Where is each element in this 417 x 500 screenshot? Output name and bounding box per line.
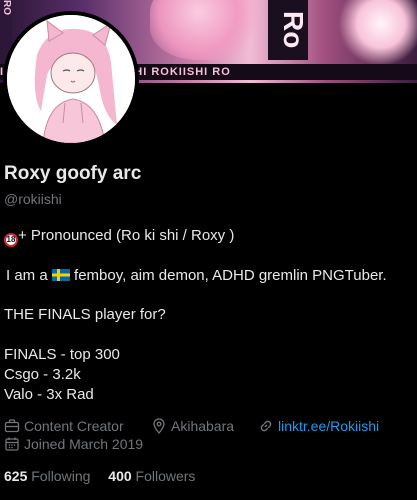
meta-joined: Joined March 2019 [4, 436, 143, 452]
age-18-badge-icon: 18 [4, 233, 18, 247]
following-label: Following [31, 468, 91, 484]
following-link[interactable]: 625 Following [4, 468, 90, 484]
location-pin-icon [153, 418, 165, 434]
meta-joined-text: Joined March 2019 [24, 436, 144, 452]
followers-link[interactable]: 400 Followers [108, 468, 195, 484]
briefcase-icon [4, 419, 20, 433]
display-name: Roxy goofy arc [4, 163, 142, 184]
followers-label: Followers [135, 468, 196, 484]
profile-meta-row: Content Creator Akihabara linktr.ee/Roki… [4, 418, 417, 438]
meta-location-text: Akihabara [171, 418, 235, 434]
followers-count: 400 [108, 468, 132, 484]
user-handle: @rokiishi [4, 191, 62, 207]
meta-link[interactable]: linktr.ee/Rokiishi [258, 418, 379, 434]
avatar[interactable] [3, 11, 139, 147]
avatar-image [7, 15, 135, 143]
bio-line-intro: I am a femboy, aim demon, ADHD gremlin P… [6, 267, 416, 284]
link-icon [260, 420, 272, 432]
bio-line-pronouns: 18 + Pronounced (Ro ki shi / Roxy ) [4, 227, 414, 247]
sweden-flag-icon [51, 269, 70, 281]
banner-character-art [150, 0, 270, 60]
profile-website-link[interactable]: linktr.ee/Rokiishi [278, 418, 379, 434]
bio-intro-suffix: femboy, aim demon, ADHD gremlin PNGTuber… [69, 267, 387, 284]
banner-big-letters: Ro [268, 0, 309, 60]
banner-chibi-art [337, 0, 417, 65]
bio-line-finals-question: THE FINALS player for? [4, 306, 166, 323]
meta-location: Akihabara [151, 418, 234, 434]
following-count: 625 [4, 468, 28, 484]
meta-category-text: Content Creator [24, 418, 124, 434]
bio-line-finals-rank: FINALS - top 300 [4, 346, 120, 363]
bio-line-csgo-rank: Csgo - 3.2k [4, 366, 81, 383]
meta-category: Content Creator [4, 418, 124, 434]
bio-pronouns-text: + Pronounced (Ro ki shi / Roxy ) [18, 227, 235, 244]
bio-intro-prefix: I am a [6, 267, 52, 284]
bio-line-valo-rank: Valo - 3x Rad [4, 386, 94, 403]
profile-stats: 625 Following 400 Followers [4, 468, 209, 484]
calendar-icon [5, 437, 19, 451]
